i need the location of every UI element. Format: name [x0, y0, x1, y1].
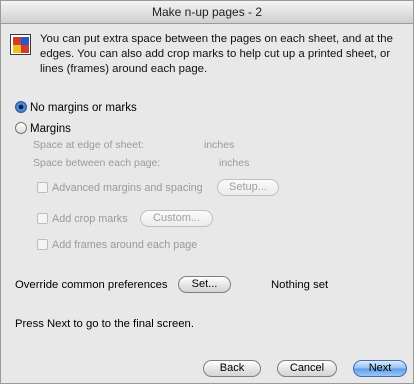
app-icon-red-square — [13, 37, 21, 45]
margins-radio[interactable]: Margins — [15, 121, 71, 136]
margins-label: Margins — [30, 123, 71, 135]
custom-button[interactable]: Custom... — [140, 210, 213, 227]
advanced-margins-checkbox[interactable]: Advanced margins and spacing — [37, 180, 203, 196]
app-icon-yellow-square — [13, 45, 21, 53]
setup-button[interactable]: Setup... — [217, 179, 279, 196]
checkbox-icon[interactable] — [37, 238, 48, 250]
checkbox-icon[interactable] — [37, 212, 48, 224]
next-button[interactable]: Next — [353, 360, 407, 377]
no-margins-radio[interactable]: No margins or marks — [15, 100, 137, 115]
back-button[interactable]: Back — [203, 360, 261, 377]
crop-marks-label: Add crop marks — [52, 213, 128, 225]
window-title: Make n-up pages - 2 — [1, 1, 413, 24]
crop-marks-checkbox[interactable]: Add crop marks — [37, 211, 128, 227]
cancel-button[interactable]: Cancel — [277, 360, 337, 377]
frames-label: Add frames around each page — [52, 239, 198, 251]
checkbox-icon[interactable] — [37, 181, 48, 193]
radio-selected-icon[interactable] — [15, 100, 27, 113]
app-icon-blue-square — [21, 37, 29, 45]
dialog-window: Make n-up pages - 2 You can put extra sp… — [0, 0, 414, 384]
intro-text: You can put extra space between the page… — [40, 33, 393, 75]
override-preferences-label: Override common preferences — [15, 279, 168, 291]
between-space-unit: inches — [219, 157, 250, 169]
no-margins-label: No margins or marks — [30, 102, 137, 114]
edge-space-label: Space at edge of sheet: — [33, 139, 144, 151]
preferences-status: Nothing set — [271, 279, 329, 291]
advanced-margins-label: Advanced margins and spacing — [52, 182, 203, 194]
radio-unselected-icon[interactable] — [15, 121, 27, 134]
footer-hint: Press Next to go to the final screen. — [15, 318, 194, 330]
app-icon — [10, 34, 31, 55]
set-preferences-button[interactable]: Set... — [178, 276, 231, 293]
between-space-label: Space between each page: — [33, 157, 161, 169]
edge-space-unit: inches — [204, 139, 235, 151]
frames-checkbox[interactable]: Add frames around each page — [37, 237, 197, 253]
app-icon-red-square-2 — [21, 45, 29, 53]
